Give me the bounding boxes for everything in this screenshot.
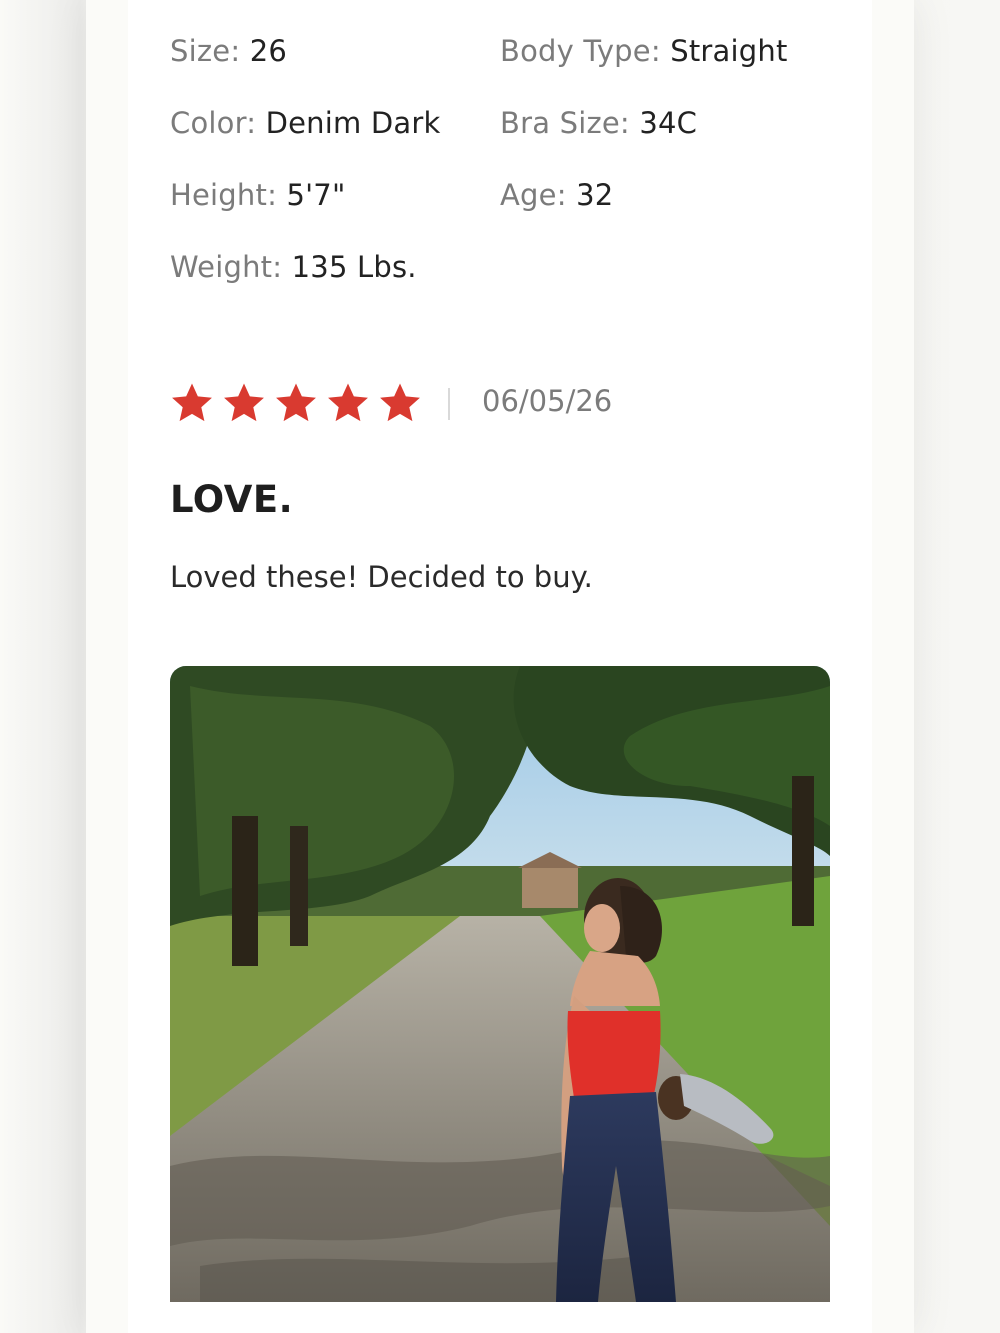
attr-bra-size-label: Bra Size: xyxy=(500,106,630,140)
attr-body-type-value: Straight xyxy=(670,34,788,68)
attr-weight-label: Weight: xyxy=(170,250,283,284)
review-title: LOVE. xyxy=(170,478,294,521)
attr-weight: Weight: 135 Lbs. xyxy=(170,250,417,284)
attr-height-label: Height: xyxy=(170,178,278,212)
attr-color-value: Denim Dark xyxy=(265,106,441,140)
star-icon xyxy=(380,383,420,422)
star-icon xyxy=(328,383,368,422)
attr-bra-size: Bra Size: 34C xyxy=(500,106,697,140)
star-icon xyxy=(224,383,264,422)
attr-age-value: 32 xyxy=(576,178,614,212)
review-date: 06/05/26 xyxy=(482,384,613,418)
attr-height-value: 5'7" xyxy=(286,178,346,212)
attr-age: Age: 32 xyxy=(500,178,613,212)
attr-bra-size-value: 34C xyxy=(639,106,698,140)
review-body: Loved these! Decided to buy. xyxy=(170,560,593,594)
review-photo-image xyxy=(170,666,830,1302)
attr-body-type: Body Type: Straight xyxy=(500,34,788,68)
attr-body-type-label: Body Type: xyxy=(500,34,661,68)
rating-date-divider xyxy=(448,388,450,420)
attr-size-value: 26 xyxy=(249,34,288,68)
attr-height: Height: 5'7" xyxy=(170,178,345,212)
review-photo[interactable] xyxy=(170,666,830,1302)
attr-color-label: Color: xyxy=(170,106,257,140)
star-icon xyxy=(276,383,316,422)
attr-weight-value: 135 Lbs. xyxy=(291,250,417,284)
attr-size: Size: 26 xyxy=(170,34,287,68)
attr-age-label: Age: xyxy=(500,178,567,212)
attr-size-label: Size: xyxy=(170,34,241,68)
star-rating xyxy=(168,380,424,426)
attr-color: Color: Denim Dark xyxy=(170,106,441,140)
star-icon xyxy=(172,383,212,422)
